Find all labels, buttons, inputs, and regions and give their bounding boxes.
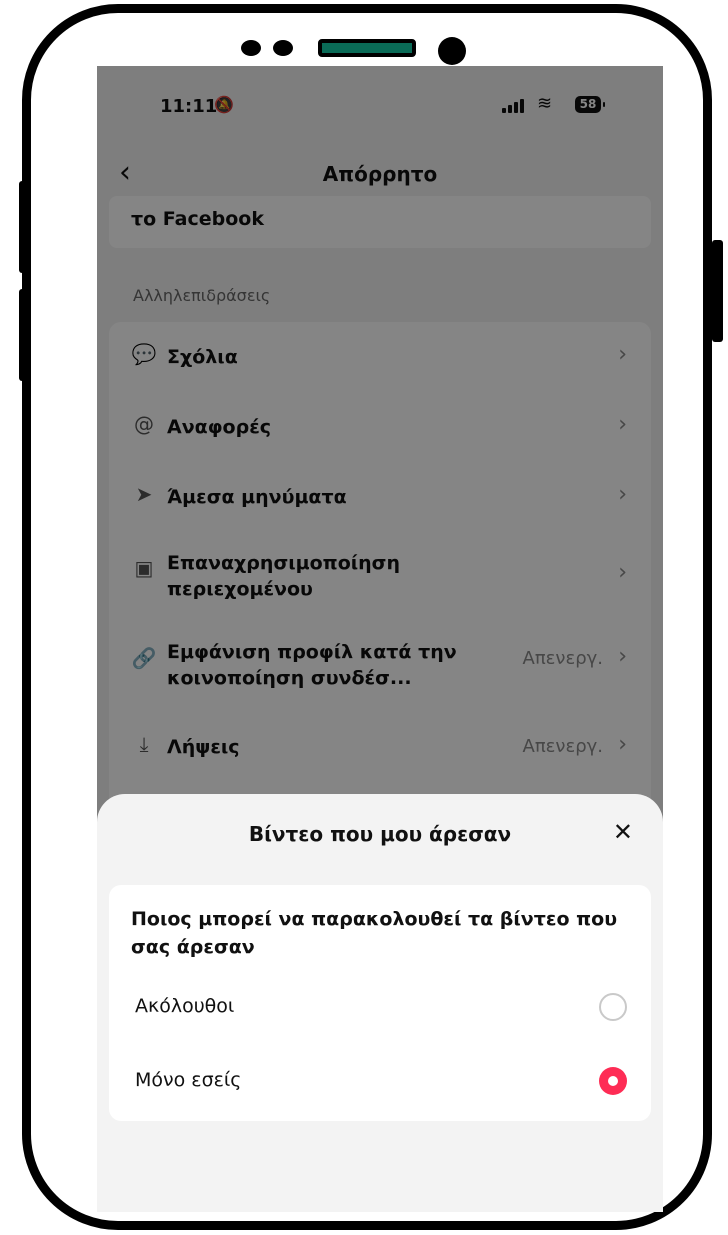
front-camera [438,37,466,65]
power-button [712,240,723,342]
option-followers-radio[interactable] [599,993,627,1021]
sensor-dot [241,40,261,56]
option-followers-label[interactable]: Ακόλουθοι [135,995,234,1017]
speaker-grille [318,39,416,57]
sheet-title: Βίντεο που μου άρεσαν [248,822,512,846]
sensor-dot [273,40,293,56]
bottom-sheet: Βίντεο που μου άρεσαν ✕ Ποιος μπορεί να … [97,794,663,1212]
close-icon[interactable]: ✕ [613,820,633,844]
screen: 11:11 🔕 ≋ 58 ‹ Απόρρητο το Facebook Αλλη… [97,66,663,1212]
options-card: Ποιος μπορεί να παρακολουθεί τα βίντεο π… [109,885,651,1121]
option-only-you-label[interactable]: Μόνο εσείς [135,1069,241,1091]
sheet-question: Ποιος μπορεί να παρακολουθεί τα βίντεο π… [131,908,618,958]
option-only-you-radio[interactable] [599,1067,627,1095]
